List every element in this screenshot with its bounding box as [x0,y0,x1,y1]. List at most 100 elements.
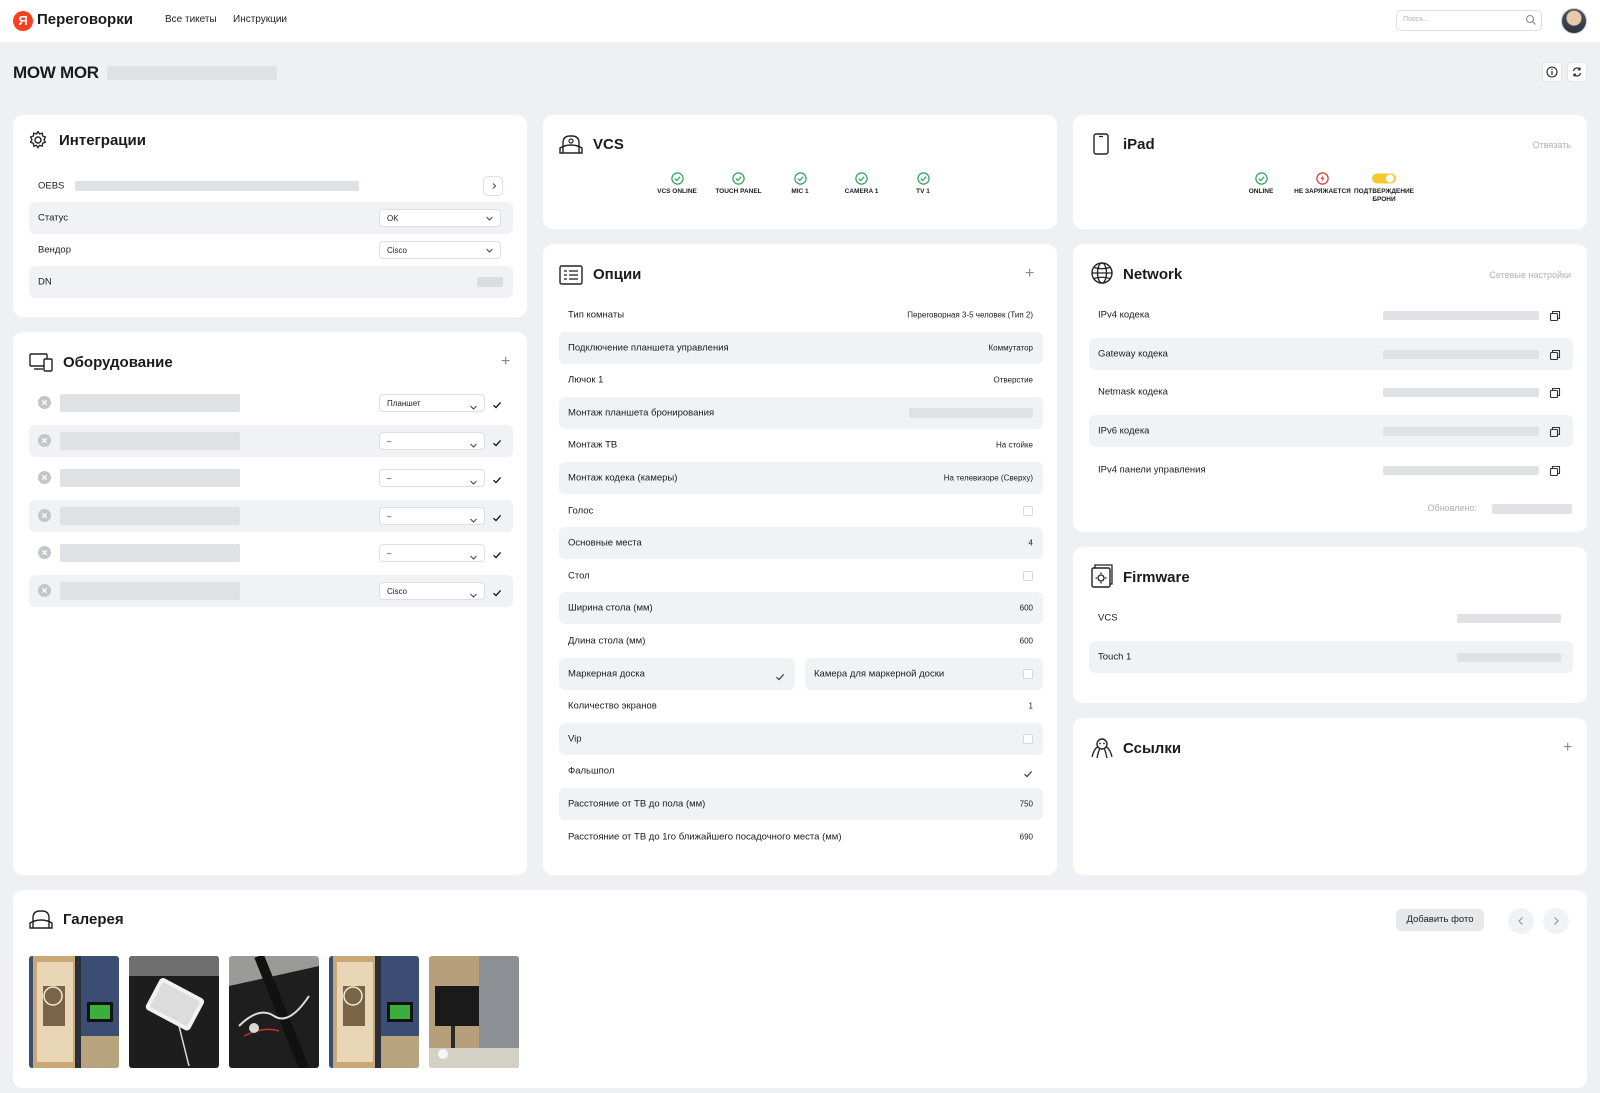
info-icon [1546,66,1558,78]
equipment-type-select[interactable]: – [379,506,485,525]
add-link-icon[interactable]: + [1563,740,1572,756]
copy-icon[interactable] [1549,386,1561,404]
check-circle-icon [642,172,712,185]
gallery-photo[interactable] [429,956,519,1068]
option-value[interactable]: На телевизоре (Сверху) [944,474,1033,483]
option-label: Фальшпол [568,765,615,777]
gallery-photo[interactable] [329,956,419,1068]
equipment-type-select[interactable]: – [379,431,485,450]
option-value[interactable]: 4 [1029,539,1033,548]
remove-equipment-icon[interactable] [38,546,51,559]
option-value[interactable]: 600 [1020,604,1033,613]
option-row: Расстояние от ТВ до пола (мм) 750 [559,788,1043,820]
gallery-photo[interactable] [229,956,319,1068]
network-value-redacted [1383,465,1539,475]
info-button[interactable] [1542,62,1562,82]
equipment-type-select[interactable]: – [379,469,485,487]
confirm-icon[interactable] [492,397,502,415]
option-value[interactable]: 690 [1020,832,1033,841]
equipment-name-redacted [60,394,240,412]
top-bar: Я Переговорки Все тикеты Инструкции Поис… [0,0,1600,42]
nav-instructions[interactable]: Инструкции [233,14,287,25]
firmware-row: Touch 1 [1089,641,1573,673]
add-equipment-icon[interactable]: + [501,354,510,370]
network-value-redacted [1383,427,1539,437]
option-checkbox[interactable] [1023,668,1033,679]
network-settings-link[interactable]: Сетевые настройки [1489,270,1571,280]
copy-icon[interactable] [1549,348,1561,366]
ipad-card: iPad Отвязать ONLINE НЕ ЗАРЯЖАЕТСЯ ПОДТВЕР… [1073,115,1587,229]
gallery-photo[interactable] [29,956,119,1068]
network-card: Network Сетевые настройки IPv4 кодека Gat… [1073,244,1587,532]
status-label: ONLINE [1248,188,1274,195]
equipment-row: Cisco [29,574,513,607]
remove-equipment-icon[interactable] [38,583,51,597]
status-select[interactable]: OK [379,209,501,227]
confirm-icon[interactable] [492,435,502,453]
chevron-down-icon [469,512,478,530]
option-row: Длина стола (мм) 600 [559,625,1043,657]
gallery-next-button[interactable] [1543,908,1569,934]
devices-icon [29,353,53,372]
user-avatar[interactable] [1561,8,1587,34]
network-label: IPv4 панели управления [1098,464,1206,476]
add-photo-button[interactable]: Добавить фото [1396,909,1484,931]
firmware-value-redacted [1457,653,1561,662]
remove-equipment-icon[interactable] [38,471,51,484]
copy-icon[interactable] [1549,425,1561,443]
remove-equipment-icon[interactable] [38,508,51,522]
equipment-type-select[interactable]: Cisco [379,581,485,600]
option-row: Ширина стола (мм) 600 [559,592,1043,625]
check-circle-icon [827,172,897,185]
option-checkbox[interactable] [1023,505,1033,516]
option-value[interactable]: Отверстие [993,376,1033,385]
option-value[interactable]: На стойке [996,441,1033,450]
option-value[interactable]: 750 [1020,800,1033,809]
check-circle-icon [765,172,835,185]
gallery-photo[interactable] [129,956,219,1068]
refresh-button[interactable] [1567,62,1587,82]
option-checkbox[interactable] [1023,766,1033,784]
option-checkbox[interactable] [775,669,785,687]
gallery-prev-button[interactable] [1508,908,1534,934]
option-value[interactable]: 1 [1029,702,1033,711]
status-label: VCS ONLINE [657,188,697,195]
option-checkbox[interactable] [1023,570,1033,581]
remove-equipment-icon[interactable] [38,433,51,447]
gear-icon [29,130,47,149]
option-checkbox[interactable] [1023,733,1033,744]
status-label: MIC 1 [791,188,809,195]
updated-label: Обновлено: [1427,503,1477,513]
yandex-logo-icon[interactable]: Я [13,11,33,31]
copy-icon[interactable] [1549,464,1561,482]
remove-equipment-icon[interactable] [38,396,51,409]
network-row: IPv4 кодека [1089,299,1573,331]
vendor-select[interactable]: Cisco [379,241,501,259]
nav-all-tickets[interactable]: Все тикеты [165,14,217,25]
toggle-switch-icon[interactable] [1349,172,1419,185]
add-option-icon[interactable]: + [1025,266,1034,282]
search-input[interactable]: Поиск... [1396,10,1542,31]
status-row: Статус OK [29,202,513,234]
status-label: НЕ ЗАРЯЖАЕТСЯ [1294,188,1351,195]
option-value[interactable]: Коммутатор [988,343,1033,352]
unbind-link[interactable]: Отвязать [1533,140,1571,150]
check-circle-icon [888,172,958,185]
option-row: Монтаж ТВ На стойке [559,429,1043,461]
page-title: MOW MOR [13,63,99,82]
confirm-icon[interactable] [492,510,502,528]
confirm-icon[interactable] [492,585,502,603]
app-title[interactable]: Переговорки [37,11,133,28]
confirm-icon[interactable] [492,547,502,565]
firmware-card: Firmware VCS Touch 1 [1073,547,1587,703]
equipment-type-select[interactable]: – [379,544,485,562]
copy-icon[interactable] [1549,309,1561,327]
firmware-icon [1091,564,1113,588]
option-value[interactable]: 600 [1020,637,1033,646]
oebs-open-button[interactable] [483,176,503,196]
confirm-icon[interactable] [492,472,502,490]
chevron-down-icon [486,216,493,221]
option-value[interactable]: Переговорная 3-5 человек (Тип 2) [907,311,1033,320]
equipment-type-select[interactable]: Планшет [379,394,485,412]
option-label: Ширина стола (мм) [568,602,653,614]
